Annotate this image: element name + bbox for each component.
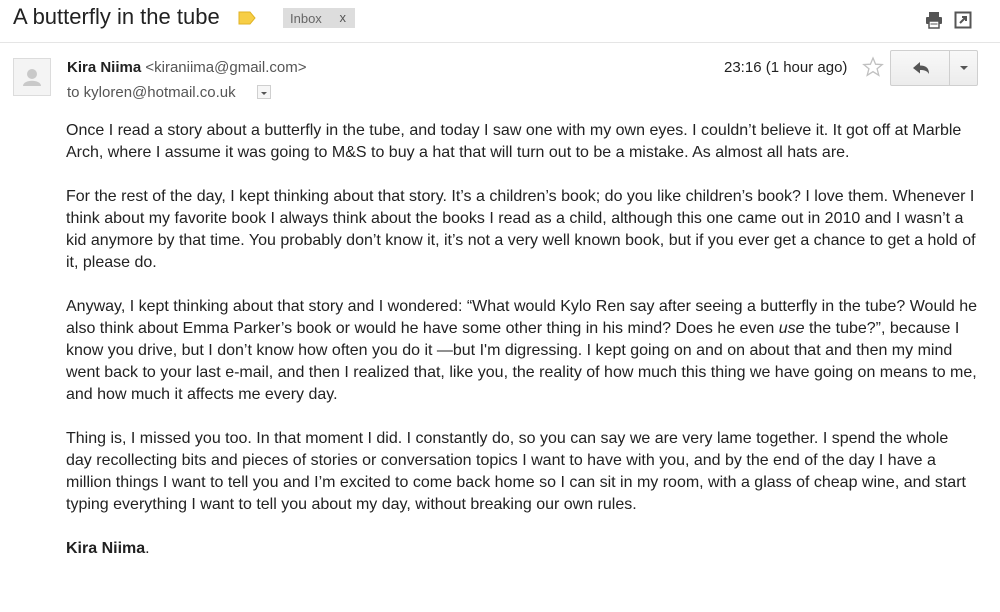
inbox-label-chip[interactable]: Inbox x	[283, 8, 355, 28]
body-paragraph: For the rest of the day, I kept thinking…	[66, 188, 976, 271]
email-header: A butterfly in the tube Inbox x	[0, 0, 1000, 43]
remove-label-button[interactable]: x	[340, 10, 347, 25]
body-paragraph: Once I read a story about a butterfly in…	[66, 122, 962, 161]
reply-button-group	[890, 50, 978, 86]
sender-email: <kiraniima@gmail.com>	[145, 59, 307, 76]
inbox-label-text: Inbox	[290, 10, 322, 26]
reply-button[interactable]	[891, 51, 949, 85]
sender-avatar[interactable]	[13, 58, 51, 96]
signature-name: Kira Niima	[66, 540, 146, 557]
label-tag-icon[interactable]	[238, 11, 256, 25]
dropdown-icon	[261, 92, 267, 95]
avatar-icon	[23, 69, 41, 86]
print-icon[interactable]	[925, 11, 943, 29]
sender-name[interactable]: Kira Niima	[67, 59, 141, 76]
signature-suffix: .	[145, 540, 150, 557]
recipient-details-dropdown[interactable]	[257, 85, 271, 99]
recipient-line: to kyloren@hotmail.co.uk	[67, 84, 236, 101]
more-options-icon	[960, 66, 968, 70]
email-subject: A butterfly in the tube	[13, 4, 220, 29]
sender-line: Kira Niima <kiraniima@gmail.com>	[67, 59, 307, 76]
reply-icon	[913, 62, 929, 74]
new-window-icon[interactable]	[954, 11, 972, 29]
email-timestamp: 23:16 (1 hour ago)	[724, 59, 848, 76]
star-icon[interactable]	[862, 56, 884, 78]
more-options-button[interactable]	[949, 51, 978, 85]
email-body: Once I read a story about a butterfly in…	[66, 120, 978, 582]
body-paragraph: Thing is, I missed you too. In that mome…	[66, 430, 966, 513]
signature-line: Kira Niima.	[66, 538, 978, 560]
emphasized-word: use	[778, 320, 805, 337]
body-paragraph: Anyway, I kept thinking about that story…	[66, 296, 978, 406]
